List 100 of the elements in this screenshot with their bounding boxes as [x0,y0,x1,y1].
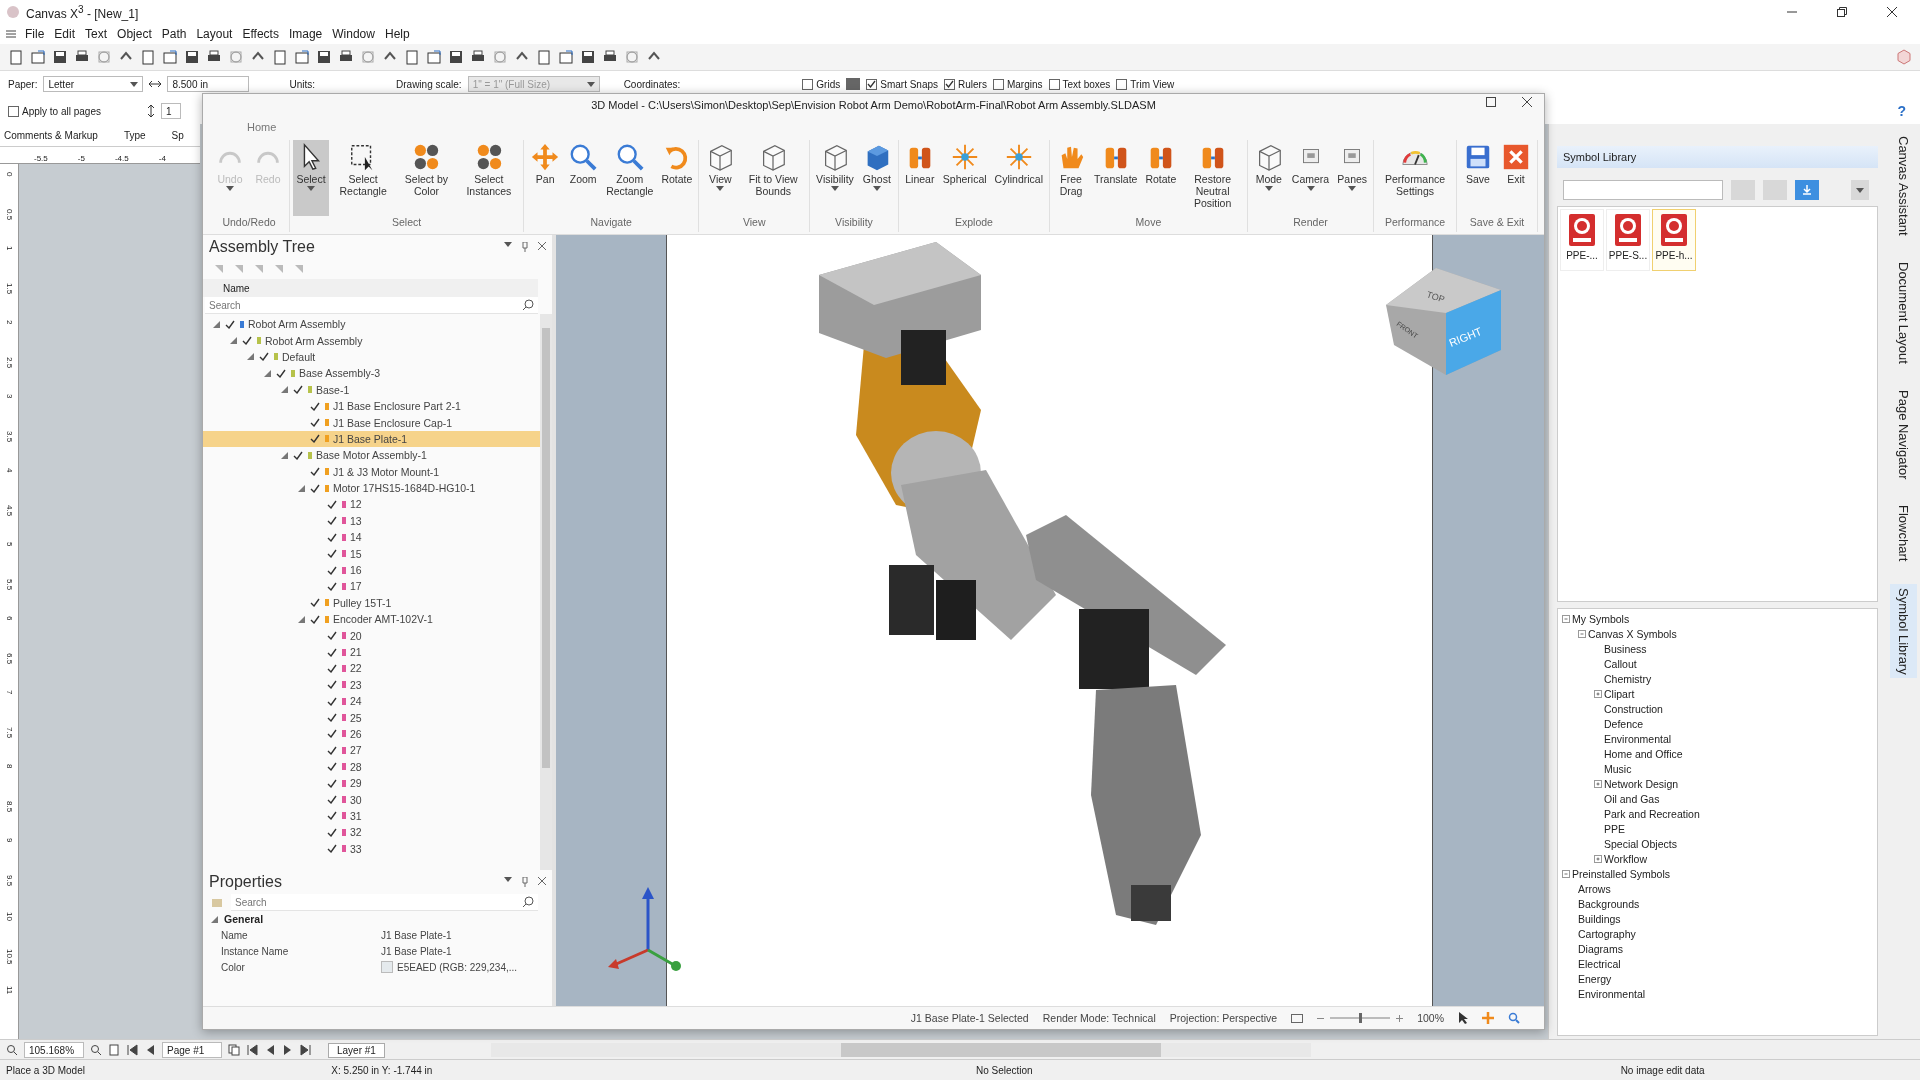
new-page-icon[interactable] [8,49,24,65]
tree-item[interactable]: Robot Arm Assembly [203,316,540,333]
checkbox[interactable] [325,777,339,790]
tree-item[interactable]: 25 [203,709,540,726]
ribbon-button[interactable]: Linear [901,140,938,216]
ribbon-button[interactable]: Select Rectangle [331,140,396,216]
checkbox[interactable] [308,465,322,478]
expand-triangle-icon[interactable] [280,451,288,459]
menu-item[interactable]: Text [84,27,109,41]
side-tab[interactable]: Flowchart [1889,501,1917,566]
zoom-icon[interactable] [6,1044,18,1056]
checkbox[interactable] [325,793,339,806]
tree-item[interactable]: 17 [203,578,540,595]
tree-item[interactable]: 24 [203,693,540,710]
menu-item[interactable]: Help [383,27,411,41]
checkbox[interactable] [325,547,339,560]
tree-item[interactable]: 13 [203,512,540,530]
checkbox[interactable] [325,629,339,642]
tree-item[interactable]: Workflow [1604,852,1647,865]
open-file-icon[interactable] [30,49,46,65]
tree-item[interactable]: 32 [203,824,540,841]
tree-item[interactable]: 12 [203,496,540,513]
checkbox[interactable] [944,78,956,90]
checkbox[interactable] [325,678,339,691]
side-tab[interactable]: Symbol Library [1889,583,1917,679]
checkbox[interactable] [223,318,237,331]
tree-item[interactable]: J1 & J3 Motor Mount-1 [203,463,540,480]
tree-item[interactable]: Park and Recreation [1604,807,1700,820]
tree-item[interactable]: Robot Arm Assembly [203,332,540,349]
ribbon-button[interactable]: Zoom [565,140,602,216]
ribbon-tab[interactable]: Home [247,121,277,133]
checkbox[interactable] [325,826,339,839]
tree-item[interactable]: Environmental [1604,732,1672,745]
tree-item[interactable]: Base Assembly-3 [203,365,540,382]
tree-item[interactable]: 23 [203,676,540,693]
checkbox[interactable] [992,78,1004,90]
symbol-thumbnail[interactable]: PPE-h... [1652,209,1696,271]
checkbox[interactable] [325,842,339,855]
tree-item[interactable]: My Symbols [1572,612,1630,625]
checkbox[interactable] [325,711,339,724]
expand-triangle-icon[interactable] [211,915,218,923]
tree-item[interactable]: Construction [1604,702,1663,715]
checkbox[interactable] [325,580,339,593]
checkbox[interactable] [802,78,814,90]
checkbox[interactable] [325,662,339,675]
help-button[interactable]: ? [1897,103,1912,119]
checkbox[interactable] [325,809,339,822]
menu-item[interactable]: Window [331,27,376,41]
tree-item[interactable]: 16 [203,561,540,579]
expand-triangle-icon[interactable] [246,353,254,361]
expand-triangle-icon[interactable] [280,386,288,394]
close-button[interactable] [1522,97,1532,107]
expand-triangle-icon[interactable] [229,337,237,345]
ribbon-button[interactable]: Panes [1334,140,1371,216]
tree-item[interactable]: Environmental [1578,987,1646,1000]
tree-item[interactable]: Callout [1604,657,1637,670]
tree-item[interactable]: Chemistry [1604,672,1652,685]
width-field[interactable]: 8.500 in [167,76,250,92]
side-tab[interactable]: Page Navigator [1889,385,1917,484]
tree-item[interactable]: Diagrams [1578,942,1623,955]
zoom-in-icon[interactable] [1396,1014,1404,1022]
tree-item[interactable]: Motor 17HS15-1684D-HG10-1 [203,479,540,497]
first-page-icon[interactable] [246,1044,258,1056]
tree-item[interactable]: Base Motor Assembly-1 [203,447,540,464]
tree-item[interactable]: 15 [203,545,540,562]
search-field[interactable] [1563,180,1723,200]
close-icon[interactable] [538,877,546,885]
tree-item[interactable]: Home and Office [1604,747,1683,760]
ribbon-button[interactable]: View [702,140,739,216]
ribbon-button[interactable]: Spherical [939,140,990,216]
checkbox[interactable] [1116,78,1128,90]
tree-item[interactable]: 14 [203,529,540,546]
tree-item[interactable]: 28 [203,758,540,775]
zoom-icon[interactable] [90,1044,102,1056]
magnifier-icon[interactable] [1508,1012,1520,1024]
ribbon-button[interactable]: Rotate [658,140,696,216]
maximize-button[interactable] [1486,97,1496,107]
tree-item[interactable]: Special Objects [1604,837,1677,850]
pin-icon[interactable] [522,877,528,887]
tree-item[interactable]: 22 [203,660,540,677]
checkbox[interactable] [291,449,305,462]
symbol-thumbnail[interactable]: PPE-S... [1606,209,1650,271]
tree-item[interactable]: Energy [1578,972,1612,985]
view-cube[interactable] [1386,268,1501,375]
tree-item[interactable]: Oil and Gas [1604,792,1660,805]
page-icon[interactable] [108,1044,120,1056]
checkbox[interactable] [308,613,322,626]
menu-icon[interactable] [6,30,16,38]
checkbox[interactable] [325,498,339,511]
checkbox[interactable] [325,646,339,658]
expand-triangle-icon[interactable] [297,484,305,492]
tree-item[interactable]: 31 [203,807,540,825]
checkbox[interactable] [325,695,339,708]
page-dropdown[interactable]: Page #1 [162,1042,222,1058]
checkbox[interactable] [308,400,322,413]
tree-item[interactable]: Base-1 [203,381,540,398]
ribbon-button[interactable]: Mode [1250,140,1287,216]
vertical-scrollbar[interactable] [540,314,552,870]
tree-item[interactable]: Encoder AMT-102V-1 [203,611,540,628]
checkbox[interactable] [308,416,322,429]
